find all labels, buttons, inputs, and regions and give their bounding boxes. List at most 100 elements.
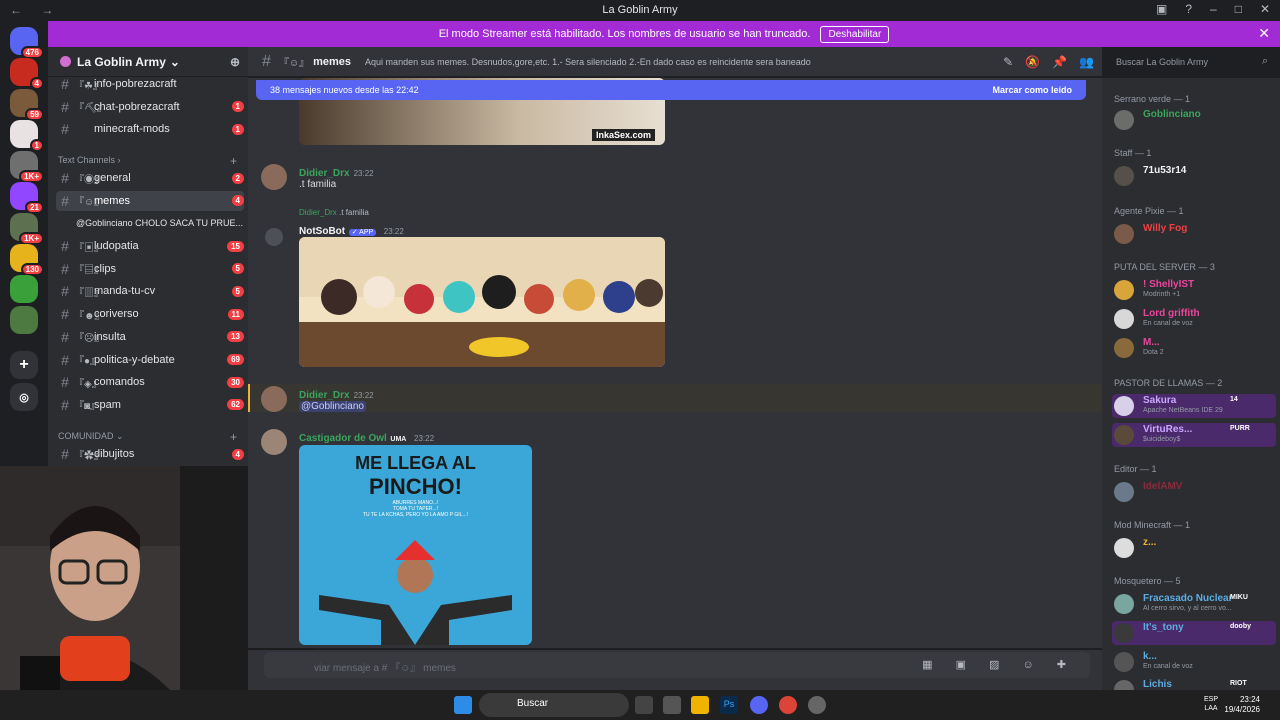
channel-insulta[interactable]: # 『☹』 insulta 13 — [56, 327, 244, 347]
member-item[interactable]: Lichis RIOT — [1112, 678, 1276, 690]
add-member-icon[interactable]: ⊕ — [230, 55, 240, 69]
member-item[interactable]: Willy Fog — [1112, 222, 1276, 246]
add-channel-icon[interactable]: + — [230, 430, 237, 444]
photoshop-icon[interactable]: Ps — [720, 696, 738, 714]
members-icon[interactable]: 👥 — [1079, 55, 1094, 69]
hash-icon: # — [61, 76, 69, 92]
server-icon[interactable] — [10, 275, 38, 303]
channel-coriverso[interactable]: # 『☻』 coriverso 11 — [56, 304, 244, 324]
channel-label: chat-pobrezacraft — [94, 100, 180, 113]
member-item[interactable]: 71u53r14 — [1112, 164, 1276, 188]
add-channel-icon[interactable]: + — [230, 154, 237, 168]
obs-icon[interactable] — [808, 696, 826, 714]
server-icon[interactable]: 1K+ — [10, 151, 44, 183]
avatar[interactable] — [261, 429, 287, 455]
server-icon[interactable]: 59 — [10, 89, 44, 121]
member-item[interactable]: Fracasado Nuclear MIKU Al cerro sirvo, y a… — [1112, 592, 1276, 616]
username[interactable]: Castigador de Owl — [299, 433, 387, 444]
username[interactable]: Didier_Drx — [299, 390, 350, 401]
clock[interactable]: 23:24 19/4/2026 — [1224, 695, 1260, 715]
start-icon[interactable] — [454, 696, 472, 714]
close-icon[interactable]: ✕ — [1258, 25, 1270, 42]
meme-person — [319, 540, 512, 645]
title-bar: ← → La Goblin Army ▣ ? – □ ✕ — [0, 0, 1280, 21]
message-text: .t familia — [299, 179, 337, 190]
username[interactable]: NotSoBot — [299, 226, 345, 237]
channel-general[interactable]: # 『◉』 general 2 — [56, 168, 244, 188]
channel-minecraft-mods[interactable]: # minecraft-mods 1 — [56, 119, 244, 139]
channel-label: spam — [94, 398, 121, 411]
help-icon[interactable]: ? — [1185, 2, 1192, 16]
search-input[interactable]: Buscar La Goblin Army ⌕ — [1110, 52, 1274, 72]
server-icon[interactable]: 1 — [10, 120, 44, 152]
member-item[interactable]: z... — [1112, 536, 1276, 560]
username[interactable]: Didier_Drx — [299, 168, 350, 179]
channel-clips[interactable]: # 『▤』 clips 5 — [56, 259, 244, 279]
chrome-icon[interactable] — [779, 696, 797, 714]
taskbar-search-label: Buscar — [517, 698, 549, 709]
add-server-icon[interactable]: + — [10, 351, 38, 379]
member-item[interactable]: Lord griffith En canal de voz — [1112, 307, 1276, 331]
maximize-button[interactable]: □ — [1235, 2, 1242, 16]
user-mention[interactable]: @Goblinciano — [299, 401, 366, 412]
channel-topic[interactable]: Aqui manden sus memes. Desnudos,gore,etc… — [365, 57, 1003, 67]
category-text-channels[interactable]: Text Channels › + — [58, 154, 237, 168]
member-item[interactable]: VirtuRes... PURR $uicideboy$ — [1112, 423, 1276, 447]
composer-icons[interactable]: ▦ ▣ ▨ ☺ ✚ — [922, 658, 1076, 671]
avatar[interactable] — [261, 386, 287, 412]
member-item[interactable]: ! ShellyIST Modrinth +1 — [1112, 278, 1276, 302]
explore-icon[interactable]: ◎ — [10, 383, 38, 411]
mark-read-button[interactable]: Marcar como leído — [992, 85, 1072, 95]
unread-badge: 4 — [231, 448, 244, 460]
discord-icon[interactable] — [750, 696, 768, 714]
inbox-icon[interactable]: ▣ — [1156, 2, 1167, 16]
new-messages-bar[interactable]: 38 mensajes nuevos desde las 22:42 Marca… — [256, 80, 1086, 100]
folder-icon[interactable] — [691, 696, 709, 714]
meme-image[interactable]: ME LLEGA AL PINCHO! ABURRES MANO...! TOM… — [299, 445, 532, 645]
server-icon[interactable]: 1K+ — [10, 213, 44, 245]
taskbar-search[interactable]: Buscar — [479, 693, 629, 717]
task-view-icon[interactable] — [635, 696, 653, 714]
channel-info-pobrezacraft[interactable]: # 『☘』 info-pobrezacraft — [56, 74, 244, 94]
member-item[interactable]: It's_tony dooby — [1112, 621, 1276, 645]
channel-label: ludopatia — [94, 240, 139, 252]
member-item[interactable]: Goblinciano — [1112, 108, 1276, 132]
server-icon[interactable]: 4 — [10, 58, 44, 90]
close-button[interactable]: ✕ — [1260, 2, 1270, 16]
channel-manda-tu-cv[interactable]: # 『▥』 manda-tu-cv 5 — [56, 281, 244, 301]
reply-preview[interactable]: Didier_Drx .t familia — [299, 208, 369, 217]
timestamp: 23:22 — [353, 169, 374, 178]
pin-icon[interactable]: 📌 — [1052, 55, 1067, 69]
category-comunidad[interactable]: COMUNIDAD ⌄ + — [58, 430, 237, 444]
member-item[interactable]: M... Dota 2 — [1112, 336, 1276, 360]
channel-dibujitos[interactable]: # 『✿』 dibujitos 4 — [56, 444, 244, 464]
app-icon[interactable] — [663, 696, 681, 714]
message-image[interactable] — [299, 237, 665, 367]
disable-streamer-button[interactable]: Deshabilitar — [820, 25, 890, 43]
bell-icon[interactable]: 🔕 — [1025, 55, 1040, 69]
server-icon[interactable]: 476 — [10, 27, 44, 59]
server-icon[interactable] — [10, 306, 38, 334]
member-item[interactable]: k... En canal de voz — [1112, 650, 1276, 674]
minimize-button[interactable]: – — [1210, 2, 1217, 16]
language-indicator[interactable]: ESP LAA — [1204, 695, 1218, 713]
unread-badge: 4 — [231, 195, 244, 207]
member-item[interactable]: Sakura 14 Apache NetBeans IDE 29 — [1112, 394, 1276, 418]
channel-politica-y-debate[interactable]: # 『●』 politica-y-debate 69 — [56, 350, 244, 370]
channel-spam[interactable]: # 『◙』 spam 62 — [56, 395, 244, 415]
channel-emoji: 『☘』 — [74, 80, 103, 92]
channel-label: politica-y-debate — [94, 353, 175, 366]
threads-icon[interactable]: ✎ — [1003, 55, 1013, 69]
clock-date: 19/4/2026 — [1224, 705, 1260, 714]
server-icon[interactable]: 21 — [10, 182, 44, 214]
channel-memes[interactable]: # 『☺』 memes 4 — [56, 190, 244, 211]
server-icon[interactable]: 130 — [10, 244, 44, 276]
member-item[interactable]: IdelAMV — [1112, 480, 1276, 504]
thread-item[interactable]: @Goblinciano CHOLO SACA TU PRUE... — [76, 218, 243, 228]
channel-ludopatia[interactable]: # 『▣』 ludopatia 15 — [56, 236, 244, 256]
channel-chat-pobrezacraft[interactable]: # 『⛏』 chat-pobrezacraft 1 — [56, 97, 244, 117]
bot-avatar[interactable] — [265, 228, 283, 246]
channel-comandos[interactable]: # 『◈』 comandos 30 — [56, 372, 244, 392]
guild-header[interactable]: La Goblin Army ⌄ ⊕ — [48, 47, 248, 77]
avatar[interactable] — [261, 164, 287, 190]
